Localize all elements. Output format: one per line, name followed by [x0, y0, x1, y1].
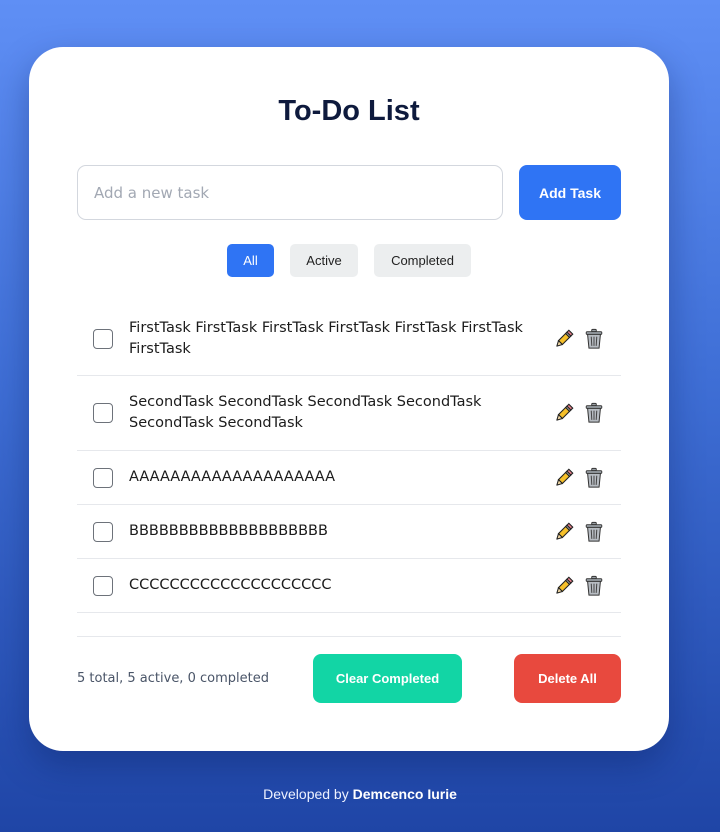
pencil-icon[interactable] [553, 521, 575, 543]
filter-active-button[interactable]: Active [290, 244, 358, 277]
delete-all-button[interactable]: Delete All [514, 654, 621, 703]
pencil-icon[interactable] [553, 328, 575, 350]
task-checkbox[interactable] [93, 467, 113, 488]
task-row: SecondTask SecondTask SecondTask SecondT… [77, 376, 621, 451]
developer-credits: Developed by Demcenco Iurie [0, 786, 720, 802]
task-checkbox[interactable] [93, 329, 113, 349]
todo-card: To-Do List Add Task All Active Completed… [29, 47, 669, 751]
pencil-icon[interactable] [553, 467, 575, 489]
filter-all-button[interactable]: All [227, 244, 274, 277]
task-text: FirstTask FirstTask FirstTask FirstTask … [129, 320, 523, 357]
task-text: CCCCCCCCCCCCCCCCCCCC [129, 577, 332, 593]
pencil-icon[interactable] [553, 402, 575, 424]
task-checkbox[interactable] [93, 403, 113, 423]
task-stats: 5 total, 5 active, 0 completed [77, 671, 269, 686]
trash-icon[interactable] [583, 402, 605, 424]
task-row: BBBBBBBBBBBBBBBBBBBB [77, 505, 621, 559]
footer-divider [77, 636, 621, 637]
new-task-input[interactable] [77, 165, 503, 220]
trash-icon[interactable] [583, 521, 605, 543]
task-text: BBBBBBBBBBBBBBBBBBBB [129, 523, 328, 539]
task-checkbox[interactable] [93, 521, 113, 542]
task-row: AAAAAAAAAAAAAAAAAAAA [77, 451, 621, 505]
filter-bar: All Active Completed [29, 244, 669, 277]
pencil-icon[interactable] [553, 575, 575, 597]
credits-author: Demcenco Iurie [352, 786, 457, 802]
task-list: FirstTask FirstTask FirstTask FirstTask … [77, 303, 621, 613]
task-checkbox[interactable] [93, 575, 113, 596]
trash-icon[interactable] [583, 328, 605, 350]
task-row: CCCCCCCCCCCCCCCCCCCC [77, 559, 621, 613]
task-text: SecondTask SecondTask SecondTask SecondT… [129, 394, 482, 431]
task-text: AAAAAAAAAAAAAAAAAAAA [129, 469, 336, 485]
trash-icon[interactable] [583, 575, 605, 597]
page-title: To-Do List [278, 95, 420, 127]
task-row: FirstTask FirstTask FirstTask FirstTask … [77, 303, 621, 376]
clear-completed-button[interactable]: Clear Completed [313, 654, 462, 703]
trash-icon[interactable] [583, 467, 605, 489]
add-task-button[interactable]: Add Task [519, 165, 621, 220]
filter-completed-button[interactable]: Completed [374, 244, 471, 277]
credits-prefix: Developed by [263, 786, 349, 802]
